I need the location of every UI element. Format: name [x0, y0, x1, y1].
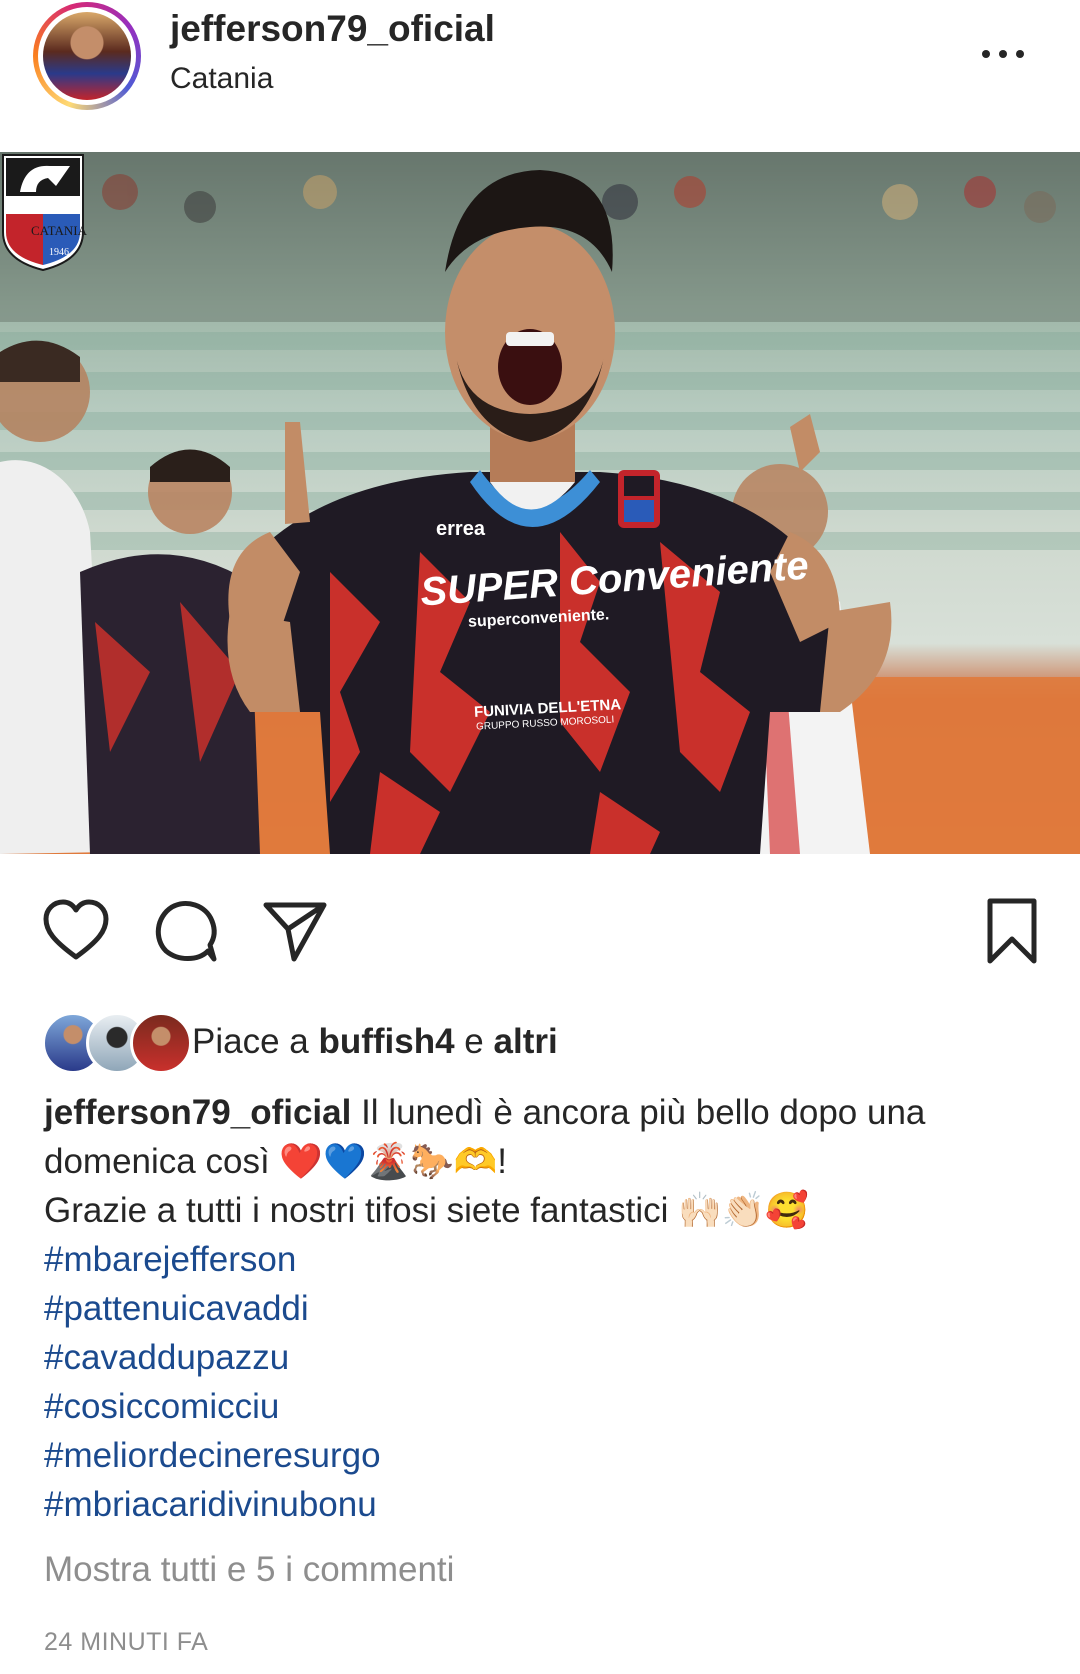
send-icon[interactable]: [258, 895, 330, 967]
view-all-comments-link[interactable]: Mostra tutti e 5 i commenti: [44, 1550, 454, 1590]
likes-text: Piace a buffish4 e altri: [192, 1022, 558, 1061]
hashtag-link[interactable]: #mbriacaridivinubonu: [44, 1480, 1054, 1529]
post-caption: jefferson79_oficial Il lunedì è ancora p…: [44, 1088, 1054, 1529]
liker-avatar: [130, 1012, 192, 1074]
avatar-image: [43, 12, 131, 100]
more-icon[interactable]: [980, 44, 1026, 64]
profile-avatar[interactable]: [33, 2, 141, 110]
post-timestamp: 24 MINUTI FA: [44, 1628, 209, 1656]
comment-icon[interactable]: [150, 895, 222, 967]
post-username[interactable]: jefferson79_oficial: [170, 8, 495, 50]
club-logo-year: 1946: [49, 247, 69, 258]
liker-username[interactable]: buffish4: [318, 1022, 454, 1061]
post-header: jefferson79_oficial Catania: [0, 0, 1080, 150]
hashtag-link[interactable]: #pattenuicavaddi: [44, 1284, 1054, 1333]
caption-text-2: Grazie a tutti i nostri tifosi siete fan…: [44, 1191, 809, 1230]
post-location[interactable]: Catania: [170, 62, 273, 96]
club-logo-text: CATANIA: [30, 223, 87, 238]
likes-summary[interactable]: Piace a buffish4 e altri: [42, 1012, 1042, 1074]
hashtag-link[interactable]: #meliordecineresurgo: [44, 1431, 1054, 1480]
bookmark-icon[interactable]: [976, 895, 1048, 967]
photo-illustration: [0, 152, 1080, 854]
heart-icon[interactable]: [40, 895, 112, 967]
hashtag-link[interactable]: #mbarejefferson: [44, 1235, 1054, 1284]
hashtag-link[interactable]: #cavaddupazzu: [44, 1333, 1054, 1382]
caption-username[interactable]: jefferson79_oficial: [44, 1093, 351, 1132]
post-photo[interactable]: errea SUPER Conveniente superconveniente…: [0, 152, 1080, 854]
jersey-brand: errea: [436, 518, 485, 540]
hashtag-link[interactable]: #cosiccomicciu: [44, 1382, 1054, 1431]
likes-others-link[interactable]: altri: [494, 1022, 558, 1061]
post-action-bar: [0, 895, 1080, 975]
